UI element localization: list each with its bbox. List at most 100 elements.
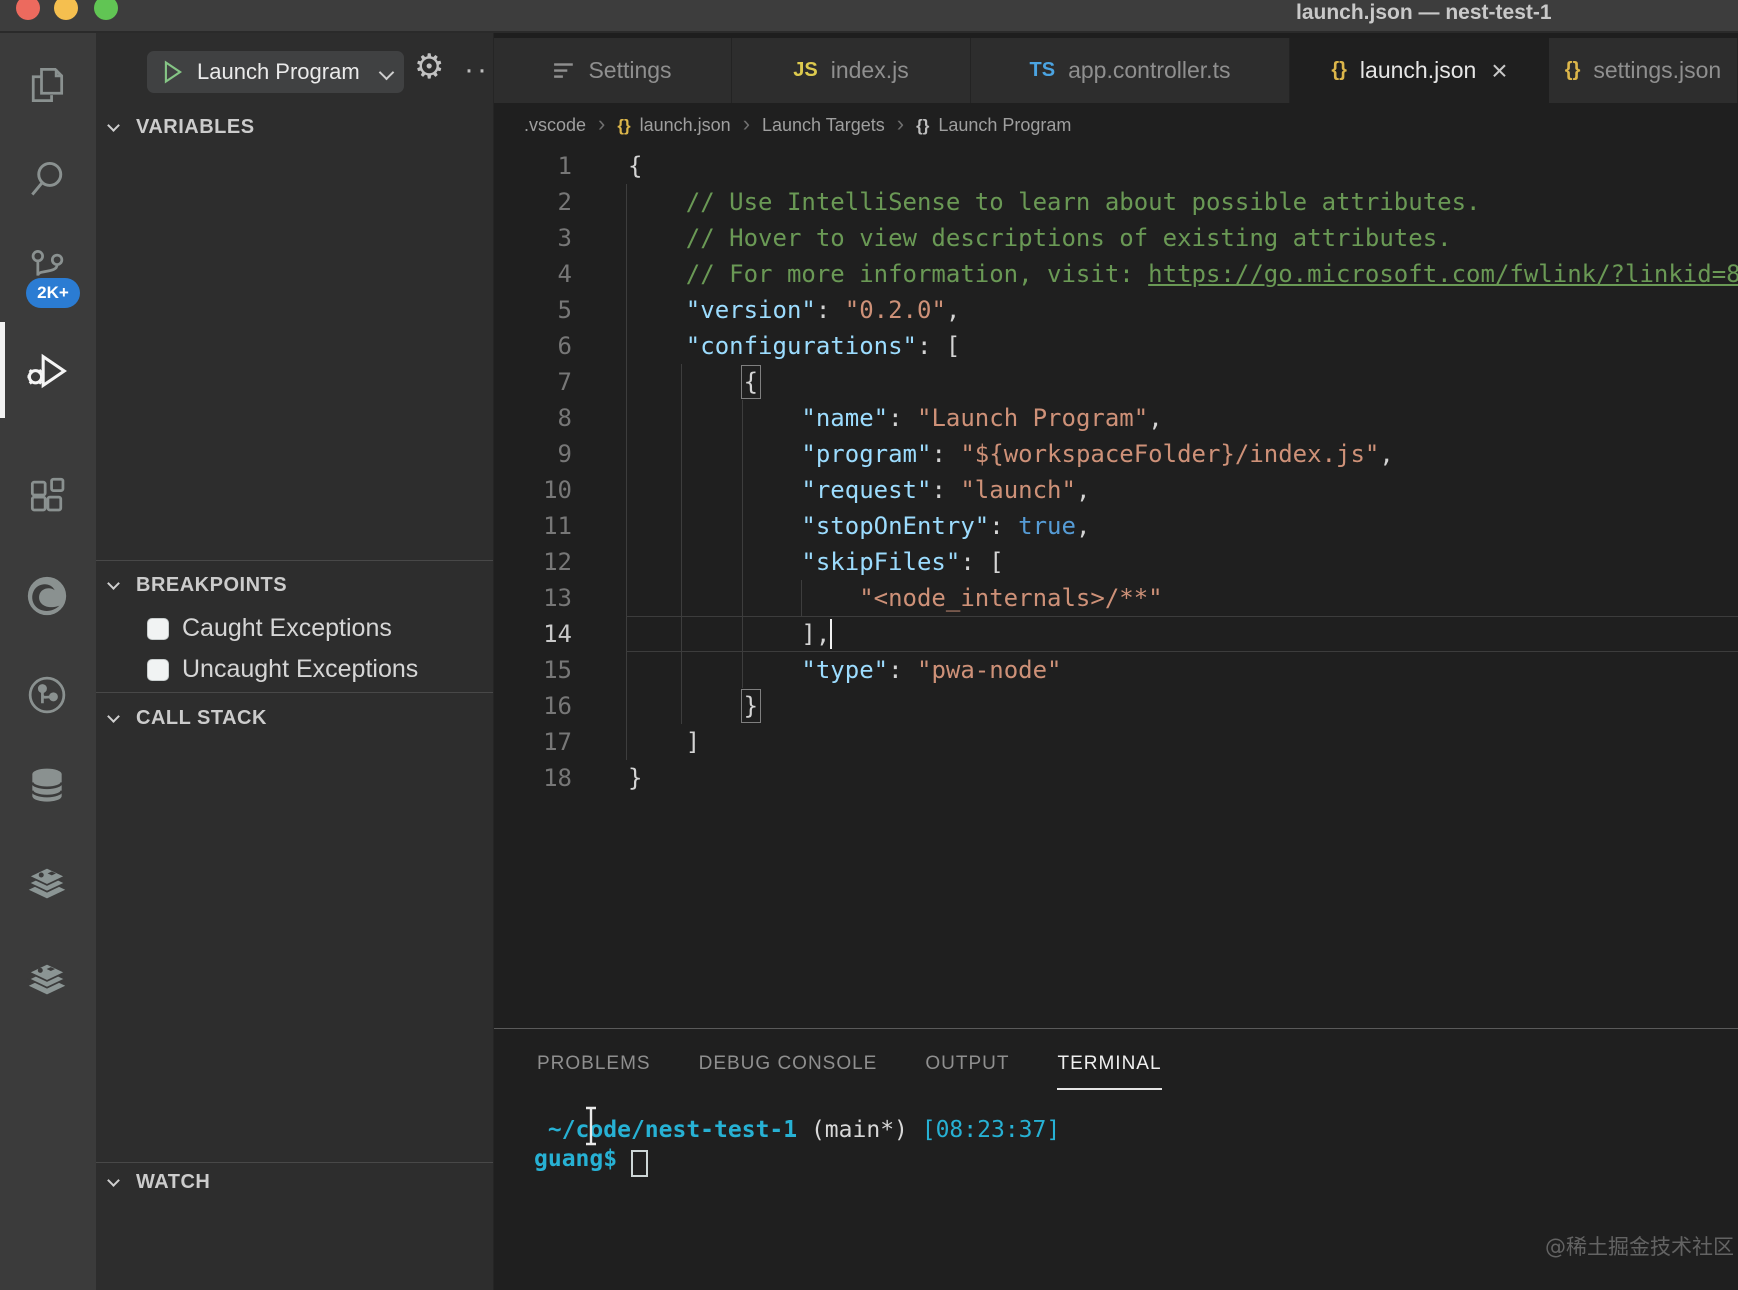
code-token: : [888,404,917,432]
line-number[interactable]: 12 [494,544,572,580]
checkbox-unchecked[interactable] [147,618,169,640]
more-actions-icon[interactable]: ·· [464,53,490,87]
code-token: // Use IntelliSense to learn about possi… [628,188,1481,216]
panel-tab-bar: PROBLEMS DEBUG CONSOLE OUTPUT TERMINAL [537,1053,1162,1090]
tab-settings[interactable]: Settings [494,38,732,103]
line-content: "version": "0.2.0", [572,292,1738,328]
tab-settings-json[interactable]: {} settings.json [1549,38,1738,103]
breakpoints-section-header[interactable]: BREAKPOINTS [96,567,493,603]
terminal-content[interactable]: ~/code/nest-test-1 (main*) [08:23:37] gu… [534,1116,1060,1174]
panel-tab-problems[interactable]: PROBLEMS [537,1053,651,1090]
breakpoint-caught-exceptions[interactable]: Caught Exceptions [147,614,392,643]
watch-section-header[interactable]: WATCH [96,1164,493,1200]
section-divider [96,692,493,693]
redis-icon[interactable] [24,860,70,906]
run-and-debug-icon[interactable] [24,348,70,394]
terminal-timestamp: [08:23:37] [922,1117,1060,1143]
line-number[interactable]: 16 [494,688,572,724]
code-line[interactable]: 3 // Hover to view descriptions of exist… [494,220,1738,256]
extensions-icon[interactable] [24,476,70,522]
code-line[interactable]: 18} [494,760,1738,796]
code-token [628,728,686,756]
checkbox-unchecked[interactable] [147,659,169,681]
line-number[interactable]: 17 [494,724,572,760]
gear-icon[interactable]: ⚙ [414,47,444,87]
code-token: // Hover to view descriptions of existin… [628,224,1452,252]
line-number[interactable]: 6 [494,328,572,364]
redis-2-icon[interactable] [24,956,70,1002]
search-icon[interactable] [24,156,70,202]
line-content: "name": "Launch Program", [572,400,1738,436]
call-stack-section-header[interactable]: CALL STACK [96,700,493,736]
vscode-window: launch.json — nest-test-1 2K+ [0,0,1738,1290]
breadcrumb-item[interactable]: Launch Program [938,115,1071,136]
terminal-git-branch: (main*) [797,1117,922,1143]
line-number[interactable]: 5 [494,292,572,328]
chevron-down-icon [379,64,395,80]
code-line[interactable]: 4 // For more information, visit: https:… [494,256,1738,292]
code-token: , [1076,512,1090,540]
code-line[interactable]: 5 "version": "0.2.0", [494,292,1738,328]
line-number[interactable]: 2 [494,184,572,220]
code-token: "type" [801,656,888,684]
breakpoint-uncaught-exceptions[interactable]: Uncaught Exceptions [147,655,418,684]
code-token [628,584,859,612]
code-token: , [1076,476,1090,504]
panel-tab-debug-console[interactable]: DEBUG CONSOLE [699,1053,878,1090]
line-number[interactable]: 8 [494,400,572,436]
tab-index-js[interactable]: JS index.js [732,38,971,103]
line-number[interactable]: 11 [494,508,572,544]
line-number[interactable]: 13 [494,580,572,616]
explorer-icon[interactable] [24,62,70,108]
line-number[interactable]: 9 [494,436,572,472]
code-token: , [946,296,960,324]
code-token [628,512,801,540]
database-icon[interactable] [24,763,70,809]
tab-app-controller-ts[interactable]: TS app.controller.ts [971,38,1290,103]
panel-tab-terminal[interactable]: TERMINAL [1057,1053,1161,1090]
code-token [628,296,686,324]
breadcrumb-item[interactable]: launch.json [640,115,731,136]
line-number[interactable]: 1 [494,148,572,184]
line-content: } [572,688,1738,724]
line-number[interactable]: 4 [494,256,572,292]
tab-label: settings.json [1593,57,1721,84]
line-number[interactable]: 15 [494,652,572,688]
titlebar: launch.json — nest-test-1 [0,0,1738,33]
code-line[interactable]: 17 ] [494,724,1738,760]
chevron-down-icon [107,1174,120,1187]
terminal-block-cursor [631,1150,648,1177]
zoom-window-button[interactable] [94,0,118,20]
breadcrumb-item[interactable]: Launch Targets [762,115,885,136]
launch-config-label: Launch Program [197,59,381,85]
line-number[interactable]: 14 [494,616,572,652]
line-number[interactable]: 18 [494,760,572,796]
launch-config-dropdown[interactable]: Launch Program [147,51,404,93]
code-token: ], [801,620,830,648]
code-token: "pwa-node" [917,656,1062,684]
line-number[interactable]: 10 [494,472,572,508]
code-line[interactable]: 6 "configurations": [ [494,328,1738,364]
code-line[interactable]: 1{ [494,148,1738,184]
variables-section-header[interactable]: VARIABLES [96,109,493,145]
code-token: : [816,296,845,324]
breadcrumb-item[interactable]: .vscode [524,115,586,136]
git-circle-icon[interactable] [24,672,70,718]
line-number[interactable]: 3 [494,220,572,256]
close-icon[interactable]: × [1491,61,1507,81]
line-content: "program": "${workspaceFolder}/index.js"… [572,436,1738,472]
edge-browser-icon[interactable] [24,573,70,619]
minimize-window-button[interactable] [54,0,78,20]
ibeam-mouse-cursor [582,1105,600,1147]
line-number[interactable]: 7 [494,364,572,400]
code-editor[interactable]: 1{2 // Use IntelliSense to learn about p… [494,148,1738,1028]
code-line[interactable]: 2 // Use IntelliSense to learn about pos… [494,184,1738,220]
panel-tab-output[interactable]: OUTPUT [925,1053,1009,1090]
code-token: "request" [801,476,931,504]
close-window-button[interactable] [16,0,40,20]
section-divider [96,560,493,561]
tab-launch-json[interactable]: {} launch.json × [1290,38,1549,103]
code-token: true [1018,512,1076,540]
code-token [628,548,801,576]
code-token: : [ [960,548,1003,576]
